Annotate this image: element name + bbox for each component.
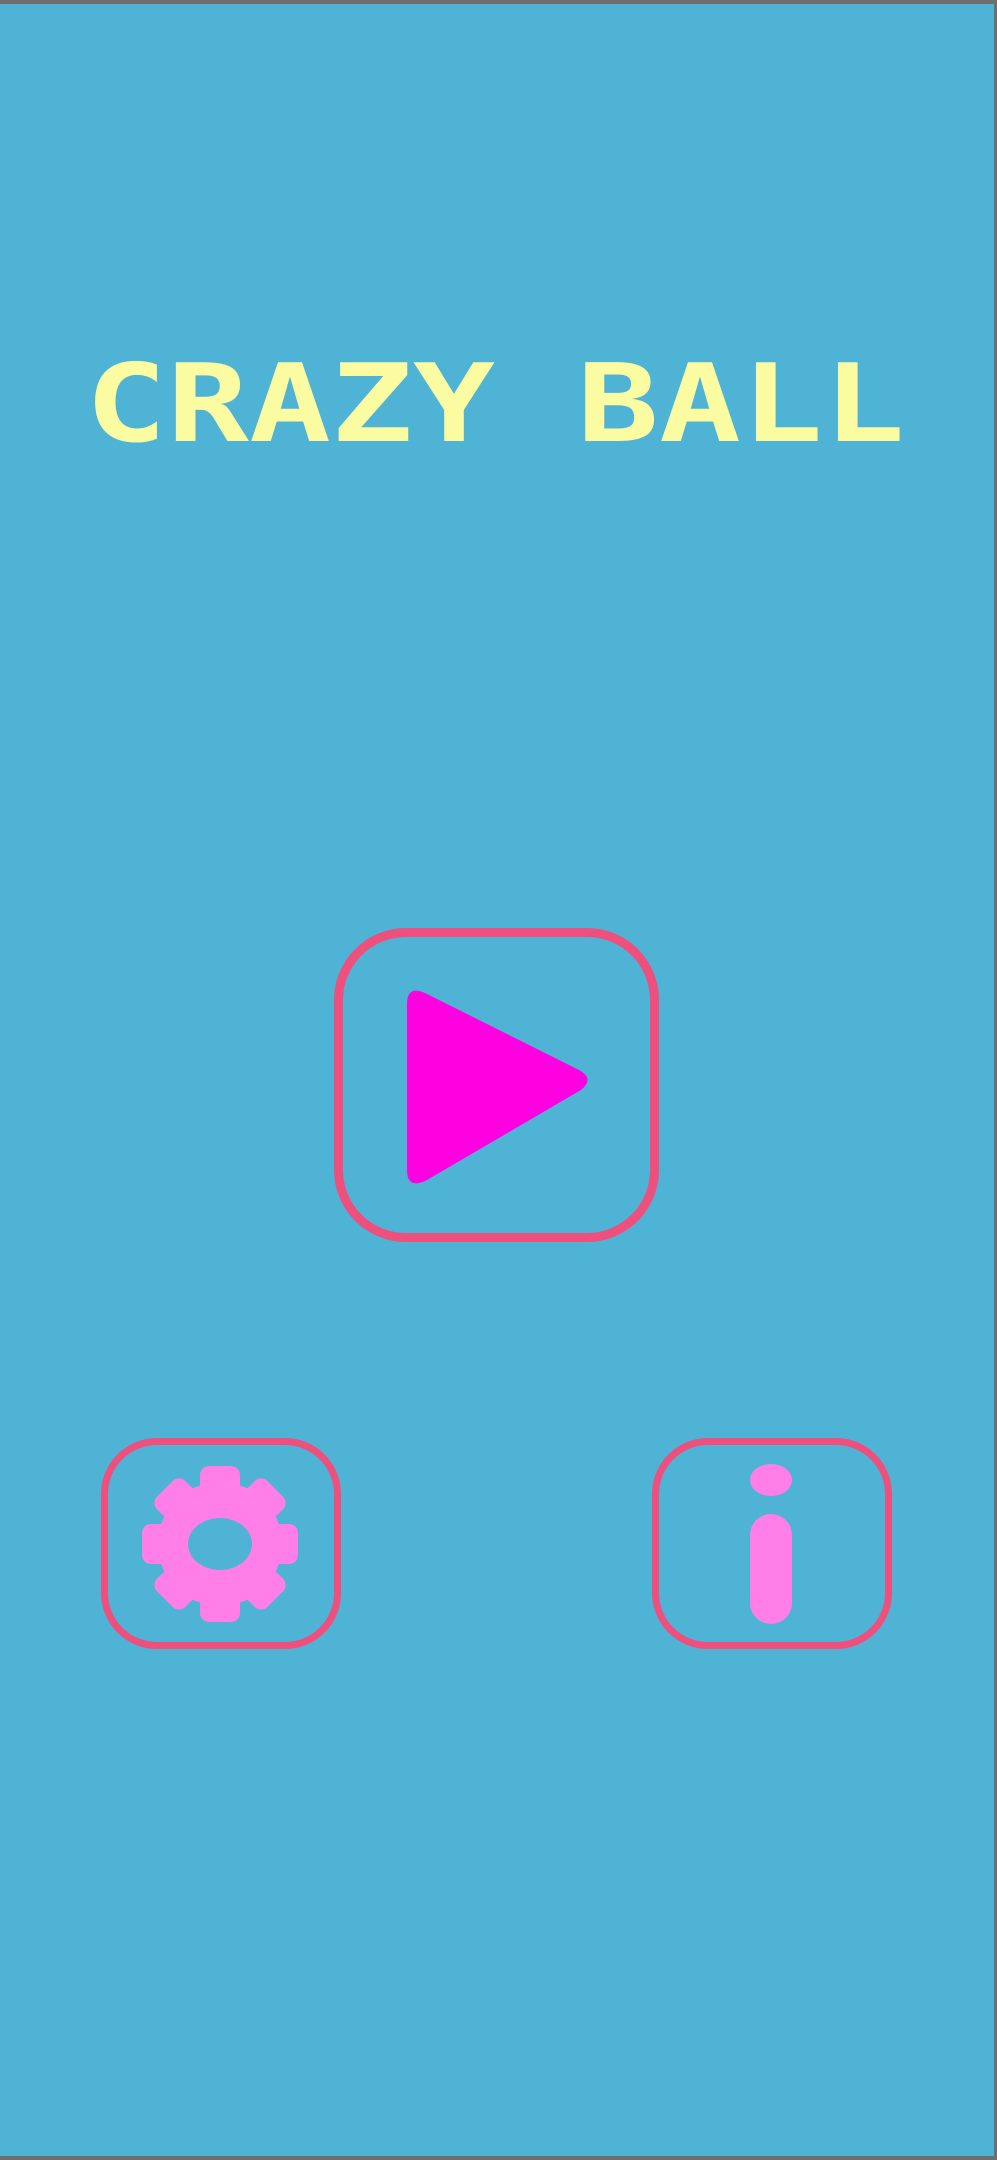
game-title-label: CRAZY BALL [85,349,905,459]
settings-button[interactable] [101,1438,341,1649]
game-title-text: CRAZY BALL [85,349,905,459]
info-button[interactable] [652,1438,892,1649]
gear-icon [142,1466,298,1622]
play-button[interactable] [334,928,659,1242]
info-icon [750,1464,792,1624]
main-menu-screen: CRAZY BALL [0,4,994,2156]
play-icon [407,990,588,1184]
game-title: CRAZY BALL [70,349,920,459]
